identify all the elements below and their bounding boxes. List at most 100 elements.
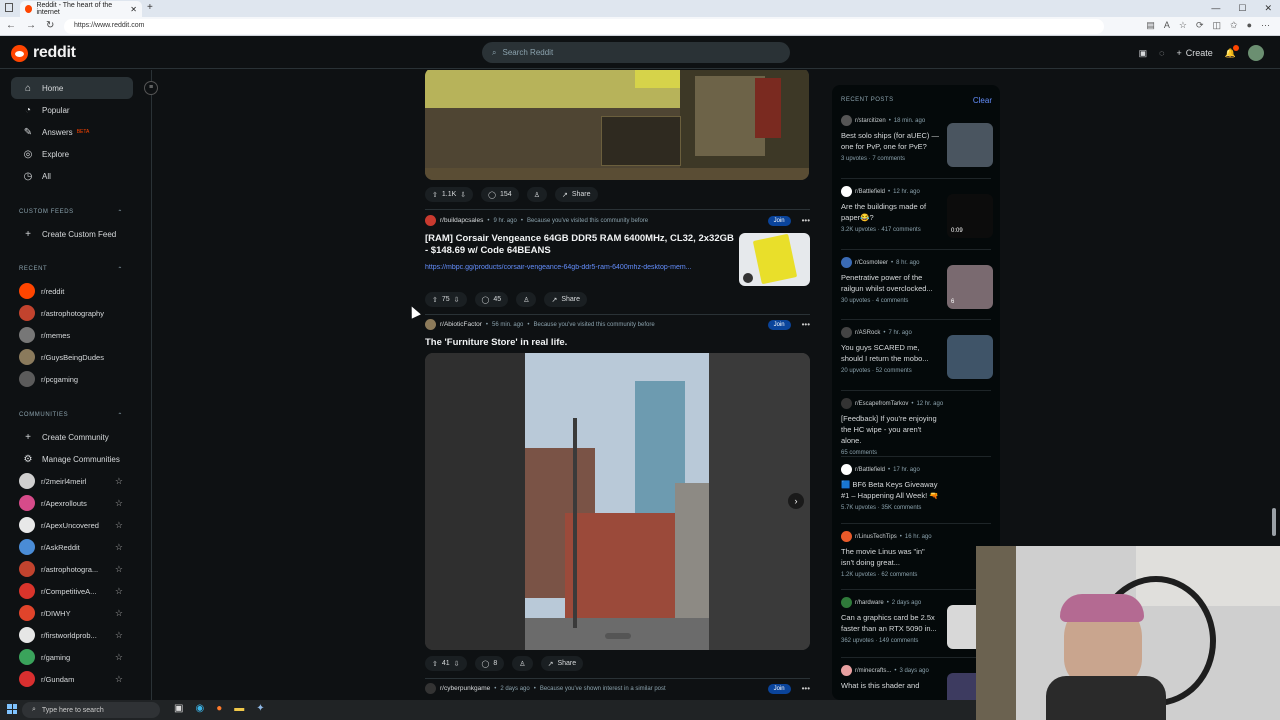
taskbar-search-input[interactable]: ⌕ Type here to search xyxy=(22,702,160,718)
sidebar-recent-item[interactable]: r/memes xyxy=(11,324,133,346)
task-view-icon[interactable]: ▣ xyxy=(174,703,183,714)
favorite-star-icon[interactable]: ☆ xyxy=(115,564,123,575)
more-options-icon[interactable]: ••• xyxy=(802,216,810,225)
more-options-icon[interactable]: ••• xyxy=(802,320,810,329)
share-button[interactable]: ↗ Share xyxy=(544,292,588,307)
comments-button[interactable]: ◯ 8 xyxy=(474,656,505,671)
close-window-icon[interactable]: ✕ xyxy=(1264,3,1272,14)
custom-feeds-header[interactable]: CUSTOM FEEDS ⌃ xyxy=(19,209,123,216)
join-button[interactable]: Join xyxy=(767,683,791,694)
create-button[interactable]: + Create xyxy=(1177,48,1213,58)
create-custom-feed-button[interactable]: + Create Custom Feed xyxy=(11,223,133,245)
translate-icon[interactable]: A xyxy=(1164,20,1170,31)
share-button[interactable]: ↗ Share xyxy=(554,187,598,202)
reader-icon[interactable]: ▤ xyxy=(1146,20,1155,31)
award-button[interactable]: ♙ xyxy=(526,187,547,202)
communities-header[interactable]: COMMUNITIES ⌃ xyxy=(19,412,123,419)
recent-post-title[interactable]: Penetrative power of the railgun whilst … xyxy=(841,272,939,294)
favorite-star-icon[interactable]: ☆ xyxy=(115,520,123,531)
sidebar-item-home[interactable]: ⌂ Home xyxy=(11,77,133,99)
award-button[interactable]: ♙ xyxy=(516,292,537,307)
vote-pill[interactable]: ⇧ 41 ⇩ xyxy=(425,656,467,671)
maximize-icon[interactable]: ☐ xyxy=(1238,3,1246,14)
recent-post-title[interactable]: You guys SCARED me, should I return the … xyxy=(841,342,939,364)
post-media-game-screenshot[interactable] xyxy=(425,70,809,180)
subreddit-avatar[interactable] xyxy=(425,683,436,694)
recent-post-thumbnail[interactable]: 0:09 xyxy=(947,194,993,238)
more-options-icon[interactable]: ••• xyxy=(802,684,810,693)
close-tab-icon[interactable]: ✕ xyxy=(130,5,137,14)
recent-post-thumbnail[interactable]: 6 xyxy=(947,265,993,309)
post-image[interactable] xyxy=(525,353,709,650)
subreddit-name[interactable]: r/buildapcsales xyxy=(440,217,483,224)
subreddit-name[interactable]: r/Battlefield xyxy=(855,467,885,473)
clear-recent-button[interactable]: Clear xyxy=(973,96,992,105)
sidebar-community-item[interactable]: r/gaming ☆ xyxy=(11,646,133,668)
subreddit-name[interactable]: r/hardware xyxy=(855,600,884,606)
recent-header[interactable]: RECENT ⌃ xyxy=(19,266,123,273)
sidebar-recent-item[interactable]: r/GuysBeingDudes xyxy=(11,346,133,368)
manage-communities-button[interactable]: ⚙ Manage Communities xyxy=(11,448,133,470)
advertise-icon[interactable]: ▣ xyxy=(1139,48,1148,59)
join-button[interactable]: Join xyxy=(767,215,791,226)
create-community-button[interactable]: + Create Community xyxy=(11,426,133,448)
browser-tab[interactable]: Reddit - The heart of the internet ✕ xyxy=(20,1,142,17)
windows-start-icon[interactable] xyxy=(7,704,17,714)
sidebar-community-item[interactable]: r/ApexUncovered ☆ xyxy=(11,514,133,536)
firefox-icon[interactable]: ● xyxy=(216,703,222,714)
post-image-gallery[interactable]: › xyxy=(425,353,810,650)
page-scrollbar[interactable] xyxy=(1272,508,1276,536)
reddit-logo[interactable]: reddit xyxy=(11,44,76,62)
favorite-star-icon[interactable]: ☆ xyxy=(115,630,123,641)
vote-pill[interactable]: ⇧ 75 ⇩ xyxy=(425,292,467,307)
steam-icon[interactable]: ✦ xyxy=(256,703,264,714)
subreddit-name[interactable]: r/AbioticFactor xyxy=(440,321,482,328)
favorite-star-icon[interactable]: ☆ xyxy=(115,476,123,487)
upvote-icon[interactable]: ⇧ xyxy=(432,191,438,199)
new-tab-icon[interactable]: + xyxy=(147,2,153,13)
user-avatar[interactable] xyxy=(1248,45,1264,61)
more-icon[interactable]: ⋯ xyxy=(1261,20,1270,31)
subreddit-avatar[interactable] xyxy=(425,319,436,330)
recent-post-title[interactable]: [Feedback] If you're enjoying the HC wip… xyxy=(841,413,939,446)
favorite-star-icon[interactable]: ☆ xyxy=(115,586,123,597)
vote-pill[interactable]: ⇧ 1.1K ⇩ xyxy=(425,187,474,202)
post-link[interactable]: https://mbpc.gg/products/corsair-vengean… xyxy=(425,264,735,271)
search-input[interactable]: ⌕ Search Reddit xyxy=(482,42,790,63)
sidebar-item-all[interactable]: ◷ All xyxy=(11,165,133,187)
back-icon[interactable]: ← xyxy=(6,20,16,31)
favorite-star-icon[interactable]: ☆ xyxy=(115,498,123,509)
split-icon[interactable]: ◫ xyxy=(1213,20,1222,31)
recent-post-item[interactable]: r/minecrafts... • 3 days ago What is this s… xyxy=(841,665,993,700)
favorite-star-icon[interactable]: ☆ xyxy=(115,608,123,619)
recent-post-thumbnail[interactable] xyxy=(947,335,993,379)
recent-post-item[interactable]: r/Battlefield • 12 hr. ago Are the building… xyxy=(841,186,993,238)
subreddit-name[interactable]: r/cyberpunkgame xyxy=(440,685,490,692)
collapse-sidebar-icon[interactable]: ≡ xyxy=(144,81,158,95)
sidebar-recent-item[interactable]: r/reddit xyxy=(11,280,133,302)
subreddit-name[interactable]: r/starcitizen xyxy=(855,118,886,124)
comments-button[interactable]: ◯ 45 xyxy=(474,292,509,307)
subreddit-name[interactable]: r/Battlefield xyxy=(855,189,885,195)
recent-post-item[interactable]: r/hardware • 2 days ago Can a graphics card… xyxy=(841,597,993,649)
recent-post-title[interactable]: What is this shader and xyxy=(841,680,939,691)
favorites-icon[interactable]: ✩ xyxy=(1230,20,1238,31)
recent-post-title[interactable]: Are the buildings made of paper😂? xyxy=(841,201,939,223)
recent-post-item[interactable]: r/LinusTechTips • 16 hr. ago The movie Linu… xyxy=(841,531,993,578)
post-title[interactable]: The 'Furniture Store' in real life. xyxy=(425,337,567,349)
sidebar-recent-item[interactable]: r/astrophotography xyxy=(11,302,133,324)
post-thumbnail[interactable] xyxy=(739,233,810,286)
upvote-icon[interactable]: ⇧ xyxy=(432,296,438,304)
file-explorer-icon[interactable]: ▬ xyxy=(234,703,244,714)
share-button[interactable]: ↗ Share xyxy=(540,656,584,671)
recent-post-title[interactable]: The movie Linus was "in" isn't doing gre… xyxy=(841,546,939,568)
refresh-icon[interactable]: ⟳ xyxy=(1196,20,1204,31)
subreddit-name[interactable]: r/ASRock xyxy=(855,330,880,336)
upvote-icon[interactable]: ⇧ xyxy=(432,660,438,668)
recent-post-item[interactable]: r/Cosmoteer • 8 hr. ago Penetrative power o… xyxy=(841,257,993,309)
sidebar-community-item[interactable]: r/AskReddit ☆ xyxy=(11,536,133,558)
url-field[interactable]: https://www.reddit.com xyxy=(64,19,1104,34)
forward-icon[interactable]: → xyxy=(26,20,36,31)
recent-post-title[interactable]: Can a graphics card be 2.5x faster than … xyxy=(841,612,939,634)
sidebar-item-explore[interactable]: ◎ Explore xyxy=(11,143,133,165)
